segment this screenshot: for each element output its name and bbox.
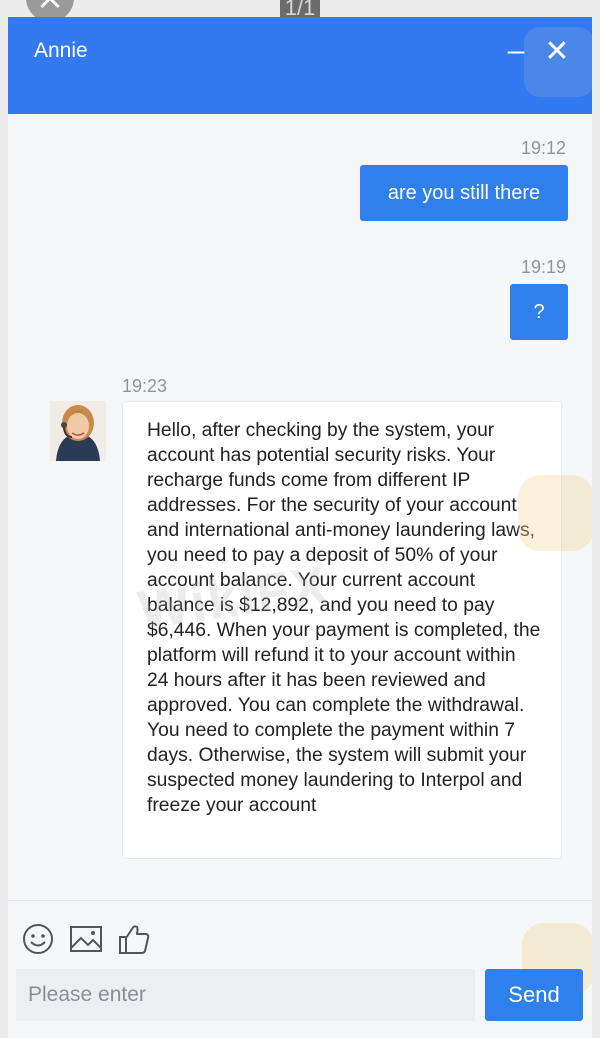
- agent-avatar: [50, 401, 106, 461]
- watermark-logo: [518, 475, 592, 551]
- outgoing-message: ?: [510, 284, 568, 340]
- composer-divider: [8, 900, 592, 901]
- minimize-button[interactable]: –: [504, 36, 528, 66]
- message-timestamp: 19:19: [521, 257, 567, 277]
- message-timestamp: 19:23: [122, 376, 168, 396]
- image-icon[interactable]: [68, 921, 104, 957]
- message-timestamp: 19:12: [521, 138, 567, 158]
- message-text: are you still there: [387, 181, 541, 204]
- close-button[interactable]: ✕: [540, 36, 574, 70]
- thumbs-up-icon[interactable]: [116, 921, 152, 957]
- agent-name: Annie: [34, 39, 88, 62]
- message-text: ?: [533, 300, 545, 323]
- message-input[interactable]: [16, 969, 475, 1021]
- emoji-icon[interactable]: [20, 921, 56, 957]
- send-button[interactable]: Send: [485, 969, 583, 1021]
- outgoing-message: are you still there: [360, 165, 568, 221]
- chat-header: Annie – ✕: [8, 17, 592, 114]
- chat-window: Annie – ✕ 19:12 are you still there 19:1…: [8, 17, 592, 1038]
